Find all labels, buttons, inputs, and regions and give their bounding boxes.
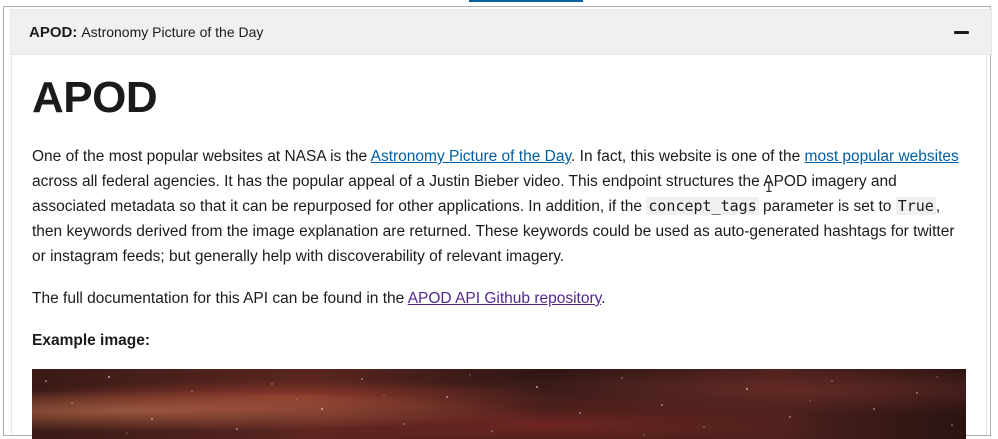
accordion-title: APOD: Astronomy Picture of the Day xyxy=(29,24,263,41)
text-cursor-icon: I xyxy=(765,181,773,196)
text-span: . In fact, this website is one of the xyxy=(571,148,805,165)
most-popular-websites-link[interactable]: most popular websites xyxy=(805,148,959,165)
example-image xyxy=(32,369,966,439)
top-link-underline[interactable] xyxy=(469,0,583,2)
section-heading: APOD xyxy=(32,73,158,122)
minus-icon xyxy=(953,30,969,34)
accordion-title-text: Astronomy Picture of the Day xyxy=(81,23,264,40)
starfield xyxy=(45,374,953,436)
true-code: True xyxy=(895,197,936,215)
concept-tags-code: concept_tags xyxy=(646,197,759,215)
apod-link[interactable]: Astronomy Picture of the Day xyxy=(371,148,571,165)
text-span: The full documentation for this API can … xyxy=(32,290,408,307)
example-image-label: Example image: xyxy=(32,332,151,349)
description-paragraph: One of the most popular websites at NASA… xyxy=(32,144,968,269)
github-repository-link[interactable]: APOD API Github repository xyxy=(408,290,602,307)
text-span: One of the most popular websites at NASA… xyxy=(32,148,371,165)
documentation-paragraph: The full documentation for this API can … xyxy=(32,286,968,311)
collapse-button[interactable] xyxy=(953,24,969,40)
accordion-title-bold: APOD: xyxy=(29,23,78,41)
accordion-header[interactable]: APOD: Astronomy Picture of the Day xyxy=(10,9,992,55)
text-span: . xyxy=(601,290,606,307)
accordion-body: APOD One of the most popular websites at… xyxy=(11,55,987,439)
text-span: parameter is set to xyxy=(758,198,896,215)
